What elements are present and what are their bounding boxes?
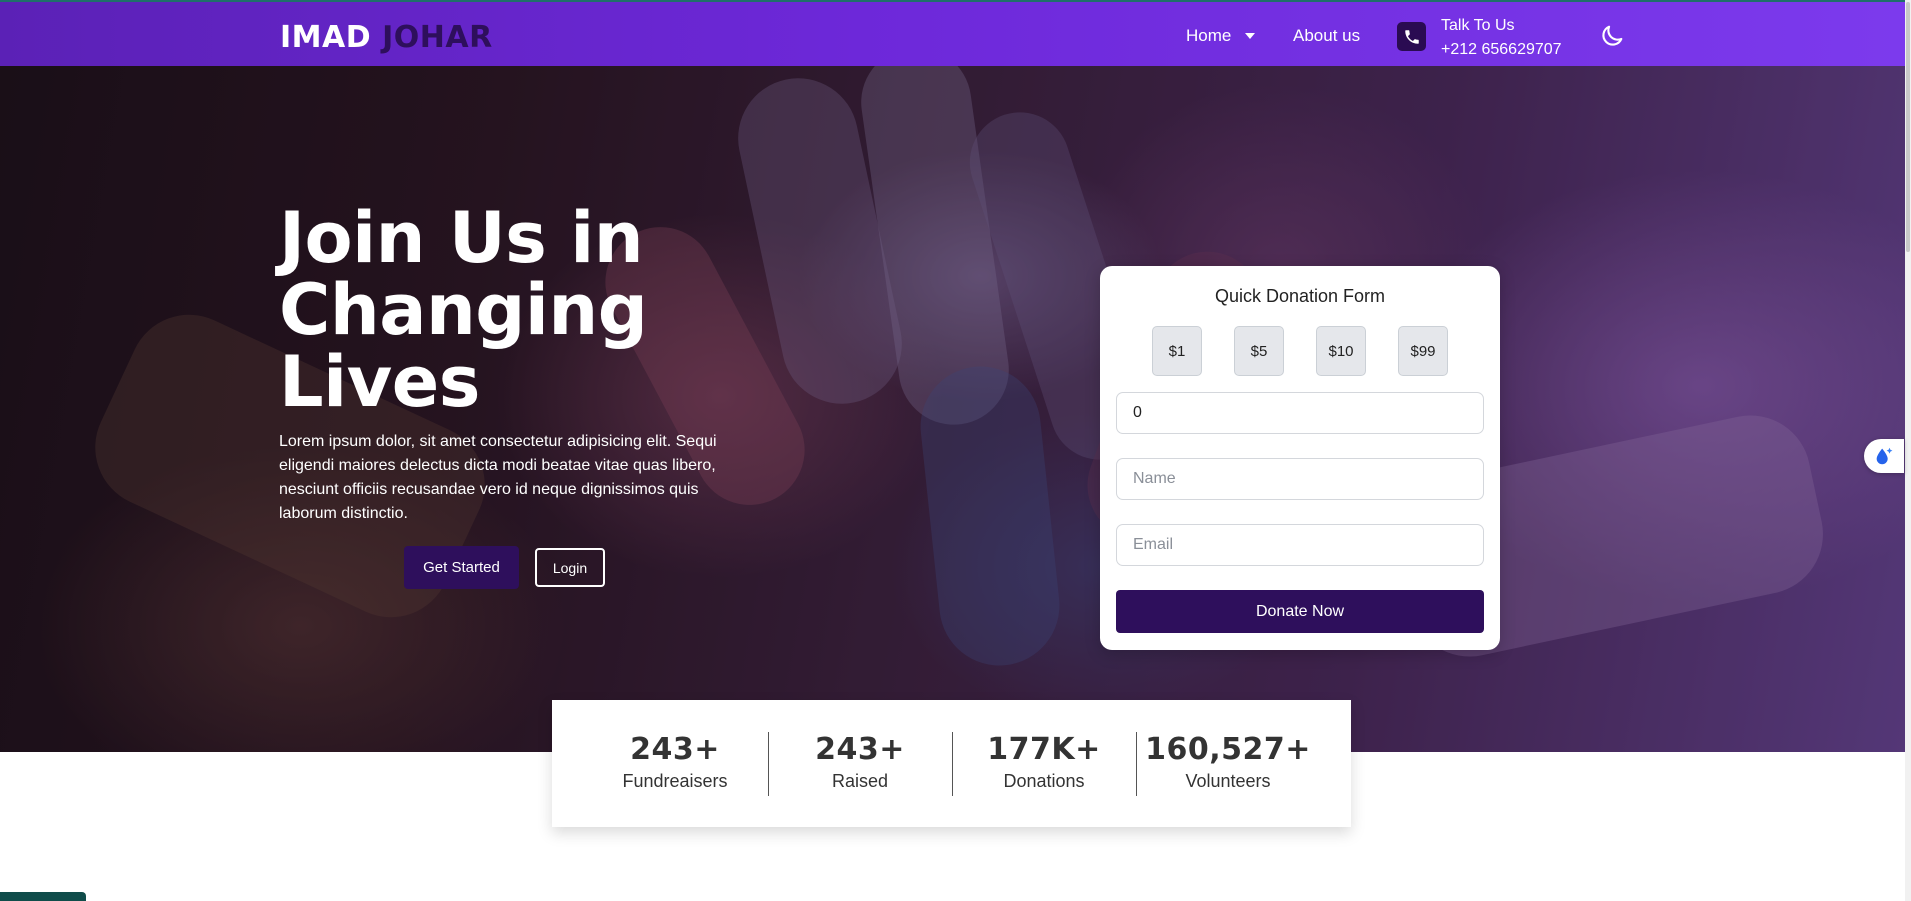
email-input[interactable]: Email: [1116, 524, 1484, 566]
page-scrollbar-thumb[interactable]: [1906, 2, 1910, 252]
get-started-button[interactable]: Get Started: [404, 546, 519, 589]
stat-label: Fundreaisers: [622, 771, 728, 791]
stat-fundraisers: 243+ Fundreaisers: [583, 732, 767, 792]
stat-raised: 243+ Raised: [768, 732, 952, 792]
contact-title: Talk To Us: [1441, 17, 1515, 34]
login-button[interactable]: Login: [535, 548, 605, 587]
stat-volunteers: 160,527+ Volunteers: [1136, 732, 1320, 792]
hero-title: Join Us in Changing Lives: [279, 197, 648, 423]
name-input[interactable]: Name: [1116, 458, 1484, 500]
phone-icon: [1397, 22, 1426, 51]
navbar: IMAD JOHAR Home About us Talk To Us +212…: [0, 0, 1905, 66]
hero-title-line: Join Us in: [279, 197, 644, 279]
hero-title-line: Changing: [279, 269, 648, 351]
quick-donation-form: Quick Donation Form $1 $5 $10 $99 0 Name…: [1100, 266, 1500, 650]
amount-button-99[interactable]: $99: [1398, 326, 1448, 376]
amount-button-5[interactable]: $5: [1234, 326, 1284, 376]
nav-home-label: Home: [1186, 26, 1232, 45]
stat-value: 177K+: [987, 732, 1101, 767]
stat-value: 160,527+: [1145, 732, 1311, 767]
stat-label: Raised: [831, 771, 889, 791]
amount-input[interactable]: 0: [1116, 392, 1484, 434]
sparkle-drop-icon[interactable]: [1864, 439, 1904, 473]
stats-panel: 243+ Fundreaisers 243+ Raised 177K+ Dona…: [552, 700, 1351, 827]
donation-form-title: Quick Donation Form: [1214, 286, 1386, 306]
nav-home-dropdown[interactable]: Home: [1186, 26, 1256, 46]
hero-description: Lorem ipsum dolor, sit amet consectetur …: [279, 433, 717, 522]
stat-value: 243+: [815, 732, 905, 767]
stat-label: Donations: [1003, 771, 1085, 791]
corner-status-tag: [0, 892, 86, 901]
brand-logo[interactable]: IMAD JOHAR: [280, 20, 493, 55]
stat-label: Volunteers: [1185, 771, 1271, 791]
hero-section: Join Us in Changing Lives Lorem ipsum do…: [0, 66, 1905, 752]
hero-title-line: Lives: [279, 341, 480, 423]
brand-name-second: JOHAR: [382, 20, 493, 55]
stat-donations: 177K+ Donations: [952, 732, 1136, 792]
donate-now-button[interactable]: Donate Now: [1116, 590, 1484, 633]
brand-name-first: IMAD: [280, 20, 372, 55]
contact-info: Talk To Us +212 656629707: [1441, 14, 1562, 62]
amount-button-10[interactable]: $10: [1316, 326, 1366, 376]
moon-icon[interactable]: [1598, 22, 1626, 50]
stat-value: 243+: [630, 732, 720, 767]
chevron-down-icon: [1245, 33, 1256, 39]
contact-phone[interactable]: +212 656629707: [1441, 38, 1562, 62]
amount-button-1[interactable]: $1: [1152, 326, 1202, 376]
nav-about-link[interactable]: About us: [1293, 26, 1360, 46]
